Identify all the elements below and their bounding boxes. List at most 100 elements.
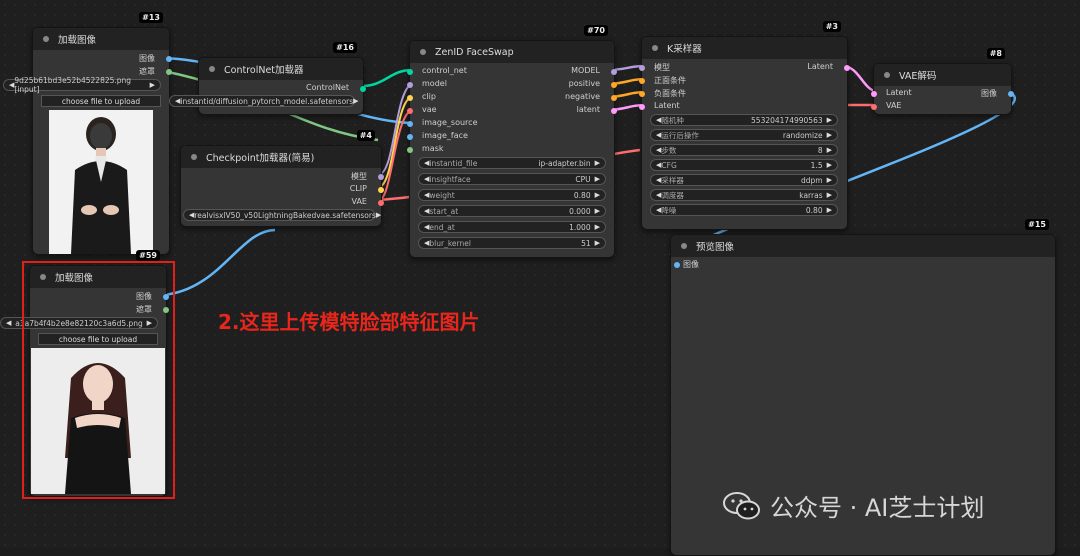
arrow-right-icon[interactable]: ▶ <box>595 223 600 231</box>
output-controlnet-label: ControlNet <box>306 83 349 92</box>
output-positive-label: positive <box>568 79 600 88</box>
node-title: K采样器 <box>667 44 702 55</box>
input-negative-socket[interactable] <box>639 91 645 97</box>
image-file-select[interactable]: ◀ 9d25b61bd3e52b4522825.png [input] ▶ <box>3 76 161 94</box>
input-vae-label: VAE <box>886 101 902 110</box>
highlight-box <box>22 261 175 499</box>
input-image-source-label: image_source <box>422 118 478 127</box>
arrow-right-icon[interactable]: ▶ <box>150 81 155 89</box>
arrow-right-icon[interactable]: ▶ <box>376 211 381 219</box>
input-vae-socket[interactable] <box>871 104 877 110</box>
output-clip-socket[interactable] <box>378 187 384 193</box>
output-vae-socket[interactable] <box>378 200 384 206</box>
input-vae-socket[interactable] <box>407 108 413 114</box>
input-vae-label: vae <box>422 105 437 114</box>
arrow-right-icon[interactable]: ▶ <box>595 207 600 215</box>
collapse-dot-icon[interactable] <box>884 72 890 78</box>
collapse-dot-icon[interactable] <box>43 36 49 42</box>
arrow-right-icon[interactable]: ▶ <box>827 206 832 214</box>
collapse-dot-icon[interactable] <box>681 243 687 249</box>
widget-start-at[interactable]: ◀ start_at 0.000 ▶ <box>418 205 606 217</box>
input-model-label: model <box>422 79 447 88</box>
widget-seed[interactable]: ◀ 随机种 553204174990563 ▶ <box>650 114 838 126</box>
widget-control-after[interactable]: ◀ 运行后操作 randomize ▶ <box>650 129 838 141</box>
arrow-right-icon[interactable]: ▶ <box>595 239 600 247</box>
input-mask-label: mask <box>422 144 444 153</box>
widget-sampler[interactable]: ◀ 采样器 ddpm ▶ <box>650 174 838 186</box>
input-mask-socket[interactable] <box>407 147 413 153</box>
arrow-right-icon[interactable]: ▶ <box>827 116 832 124</box>
collapse-dot-icon[interactable] <box>209 66 215 72</box>
node-checkpoint-loader-4[interactable]: #4 Checkpoint加载器(简易) 模型 CLIP VAE ◀ realvi… <box>180 130 384 227</box>
widget-steps[interactable]: ◀ 步数 8 ▶ <box>650 144 838 156</box>
widget-denoise[interactable]: ◀ 降噪 0.80 ▶ <box>650 204 838 216</box>
output-image-label: 图像 <box>981 89 997 98</box>
input-latent-socket[interactable] <box>639 104 645 110</box>
widget-cfg[interactable]: ◀ CFG 1.5 ▶ <box>650 159 838 171</box>
input-negative-label: 负面条件 <box>654 89 686 98</box>
node-ksampler-3[interactable]: #3 K采样器 模型 正面条件 负面条件 Latent Latent ◀ 随机种 5… <box>639 21 850 230</box>
output-latent-socket[interactable] <box>611 108 617 114</box>
arrow-right-icon[interactable]: ▶ <box>827 161 832 169</box>
input-latent-label: Latent <box>886 88 912 97</box>
widget-scheduler[interactable]: ◀ 调度器 karras ▶ <box>650 189 838 201</box>
annotation-text: 2.这里上传模特脸部特征图片 <box>218 310 480 334</box>
node-title: ControlNet加载器 <box>224 65 304 76</box>
arrow-right-icon[interactable]: ▶ <box>595 191 600 199</box>
output-mask-socket[interactable] <box>166 69 172 75</box>
widget-blur-kernel[interactable]: ◀ blur_kernel 51 ▶ <box>418 237 606 249</box>
input-latent-socket[interactable] <box>871 91 877 97</box>
wechat-icon <box>723 491 760 519</box>
node-controlnet-loader-16[interactable]: #16 ControlNet加载器 ControlNet ◀ instantid/… <box>169 42 366 115</box>
node-zenid-faceswap-70[interactable]: #70 ZenID FaceSwap control_net model cli… <box>407 25 617 258</box>
output-vae-label: VAE <box>351 197 368 206</box>
output-model-label: MODEL <box>571 66 600 75</box>
widget-instantid-file[interactable]: ◀ instantid_file ip-adapter.bin ▶ <box>418 157 606 169</box>
arrow-right-icon[interactable]: ▶ <box>827 176 832 184</box>
node-title: ZenID FaceSwap <box>435 46 514 58</box>
arrow-right-icon[interactable]: ▶ <box>595 159 600 167</box>
collapse-dot-icon[interactable] <box>420 49 426 55</box>
arrow-right-icon[interactable]: ▶ <box>827 191 832 199</box>
node-load-image-13[interactable]: #13 加载图像 图像 遮罩 ◀ 9d25b61bd3e52b4522825.pn… <box>3 12 172 255</box>
arrow-right-icon[interactable]: ▶ <box>353 97 358 105</box>
arrow-right-icon[interactable]: ▶ <box>827 131 832 139</box>
node-title: 加载图像 <box>58 35 97 46</box>
input-image-label: 图像 <box>683 260 699 269</box>
output-model-socket[interactable] <box>378 174 384 180</box>
output-model-socket[interactable] <box>611 69 617 75</box>
arrow-left-icon[interactable]: ◀ <box>6 319 11 327</box>
output-negative-socket[interactable] <box>611 95 617 101</box>
widget-insightface[interactable]: ◀ insightface CPU ▶ <box>418 173 606 185</box>
watermark: 公众号 · AI芝士计划 <box>722 488 984 523</box>
widget-end-at[interactable]: ◀ end_at 1.000 ▶ <box>418 221 606 233</box>
input-image-source-socket[interactable] <box>407 121 413 127</box>
arrow-right-icon[interactable]: ▶ <box>827 146 832 154</box>
output-image-socket[interactable] <box>1008 91 1014 97</box>
controlnet-file-select[interactable]: ◀ instantid/diffusion_pytorch_model.safet… <box>169 95 359 107</box>
collapse-dot-icon[interactable] <box>652 45 658 51</box>
output-image-socket[interactable] <box>166 56 172 62</box>
input-clip-socket[interactable] <box>407 95 413 101</box>
input-control-net-socket[interactable] <box>407 69 413 75</box>
collapse-dot-icon[interactable] <box>191 154 197 160</box>
widget-weight[interactable]: ◀ weight 0.80 ▶ <box>418 189 606 201</box>
input-control-net-label: control_net <box>422 66 467 75</box>
input-model-socket[interactable] <box>407 82 413 88</box>
input-image-socket[interactable] <box>674 262 680 268</box>
arrow-right-icon[interactable]: ▶ <box>595 175 600 183</box>
output-controlnet-socket[interactable] <box>360 86 366 92</box>
output-latent-socket[interactable] <box>844 65 850 71</box>
node-vae-decode-8[interactable]: #8 VAE解码 Latent VAE 图像 <box>871 48 1014 115</box>
input-image-face-socket[interactable] <box>407 134 413 140</box>
node-id: #15 <box>1025 219 1049 230</box>
output-clip-label: CLIP <box>349 184 367 193</box>
upload-button[interactable]: choose file to upload <box>41 95 161 107</box>
input-positive-socket[interactable] <box>639 78 645 84</box>
input-image-face-label: image_face <box>422 131 468 140</box>
input-latent-label: Latent <box>654 101 680 110</box>
node-title: VAE解码 <box>899 71 937 82</box>
output-positive-socket[interactable] <box>611 82 617 88</box>
checkpoint-file-select[interactable]: ◀ realvisxlV50_v50LightningBakedvae.safet… <box>183 209 381 221</box>
input-model-socket[interactable] <box>639 65 645 71</box>
